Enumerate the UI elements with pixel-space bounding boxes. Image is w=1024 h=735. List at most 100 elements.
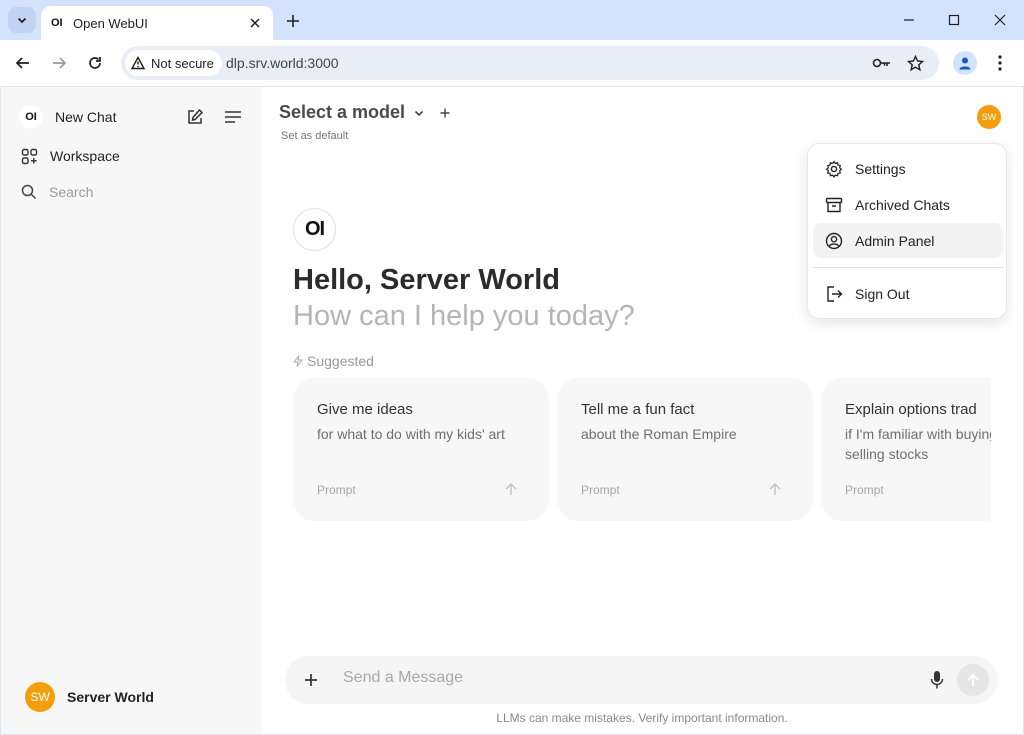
security-chip[interactable]: Not secure: [125, 50, 222, 76]
hero-logo: OI: [293, 208, 336, 251]
suggested-label: Suggested: [293, 353, 374, 369]
attach-button[interactable]: [299, 668, 323, 692]
browser-menu-button[interactable]: [990, 51, 1010, 75]
suggestion-subtitle: about the Roman Empire: [581, 426, 737, 442]
sidebar-toggle-button[interactable]: [222, 106, 244, 128]
address-bar[interactable]: Not secure dlp.srv.world:3000: [121, 46, 939, 80]
arrow-up-icon: [967, 673, 979, 686]
menu-item-label: Admin Panel: [855, 232, 935, 249]
send-button[interactable]: [957, 664, 989, 696]
model-selector[interactable]: Select a model: [279, 102, 451, 123]
sidebar: OI New Chat Workspace SW Server World: [1, 87, 261, 734]
star-icon: [906, 54, 924, 71]
chevron-down-icon: [414, 110, 424, 116]
set-as-default-link[interactable]: Set as default: [281, 130, 348, 142]
tab-close-button[interactable]: [247, 15, 263, 31]
suggestion-cards: Give me ideas for what to do with my kid…: [293, 378, 991, 523]
prompt-label: Prompt: [581, 483, 620, 497]
arrow-up-icon: [767, 481, 783, 497]
new-chat-label: New Chat: [55, 109, 117, 125]
menu-divider: [813, 267, 1003, 268]
maximize-icon: [948, 14, 960, 26]
archive-icon: [825, 197, 843, 212]
arrow-up-icon: [503, 481, 519, 497]
sidebar-item-workspace[interactable]: Workspace: [13, 141, 249, 171]
minimize-button[interactable]: [897, 8, 921, 32]
suggested-text: Suggested: [307, 353, 374, 369]
person-icon: [959, 57, 971, 70]
sign-out-icon: [827, 285, 843, 302]
browser-tab-active[interactable]: OI Open WebUI: [41, 6, 273, 40]
suggestion-title: Tell me a fun fact: [581, 401, 695, 418]
menu-item-label: Settings: [855, 160, 906, 177]
app-logo: OI: [19, 105, 43, 129]
prompt-label: Prompt: [317, 483, 356, 497]
tab-search-button[interactable]: [8, 7, 36, 33]
arrow-left-icon: [15, 57, 29, 69]
window-close-button[interactable]: [988, 8, 1012, 32]
microphone-icon: [930, 671, 944, 689]
bookmark-button[interactable]: [905, 53, 925, 73]
sidebar-search: [13, 177, 249, 207]
message-composer: [285, 656, 998, 704]
sidebar-user-button[interactable]: SW Server World: [13, 677, 249, 717]
avatar: SW: [25, 682, 55, 712]
menu-item-sign-out[interactable]: Sign Out: [813, 276, 1003, 311]
minimize-icon: [904, 19, 914, 21]
browser-tabstrip: OI Open WebUI: [0, 0, 1024, 40]
user-avatar-button[interactable]: SW: [977, 105, 1001, 129]
user-menu: Settings Archived Chats Admin Panel Sign…: [807, 143, 1007, 319]
search-icon: [21, 184, 37, 200]
arrow-right-icon: [53, 57, 67, 69]
suggestion-subtitle-line2: selling stocks: [845, 446, 929, 462]
message-input[interactable]: [343, 669, 903, 687]
close-icon: [250, 18, 260, 28]
forward-button[interactable]: [47, 51, 71, 75]
suggestion-card[interactable]: Explain options trad if I'm familiar wit…: [821, 378, 991, 521]
more-vertical-icon: [998, 55, 1002, 71]
close-icon: [994, 14, 1006, 26]
disclaimer-text: LLMs can make mistakes. Verify important…: [496, 711, 788, 725]
menu-item-label: Sign Out: [855, 285, 910, 302]
new-chat-button[interactable]: OI New Chat: [13, 101, 183, 133]
greeting-heading: Hello, Server World: [293, 264, 560, 296]
menu-item-label: Archived Chats: [855, 196, 950, 213]
menu-item-archived-chats[interactable]: Archived Chats: [813, 187, 1003, 222]
gear-icon: [825, 159, 843, 178]
workspace-icon: [21, 148, 38, 164]
plus-icon: [287, 15, 299, 27]
bolt-icon: [293, 355, 303, 367]
maximize-button[interactable]: [942, 8, 966, 32]
password-key-button[interactable]: [872, 53, 892, 73]
browser-profile-button[interactable]: [953, 51, 977, 75]
menu-lines-icon: [225, 111, 241, 123]
pencil-square-icon: [188, 108, 204, 124]
prompt-label: Prompt: [845, 483, 884, 497]
browser-toolbar: Not secure dlp.srv.world:3000: [0, 40, 1024, 87]
greeting-subtitle: How can I help you today?: [293, 300, 635, 332]
suggestion-title: Give me ideas: [317, 401, 413, 418]
reload-button[interactable]: [83, 51, 107, 75]
suggestion-card[interactable]: Tell me a fun fact about the Roman Empir…: [557, 378, 813, 521]
suggestion-card[interactable]: Give me ideas for what to do with my kid…: [293, 378, 549, 521]
menu-item-admin-panel[interactable]: Admin Panel: [813, 223, 1003, 258]
search-input[interactable]: [49, 184, 229, 200]
plus-icon: [305, 674, 317, 686]
user-circle-icon: [825, 232, 843, 249]
menu-item-settings[interactable]: Settings: [813, 151, 1003, 186]
chevron-down-icon: [17, 17, 27, 24]
key-icon: [872, 58, 890, 68]
suggestion-title: Explain options trad: [845, 401, 977, 418]
url-text[interactable]: dlp.srv.world:3000: [226, 55, 339, 71]
suggestion-subtitle: if I'm familiar with buying: [845, 426, 991, 442]
user-name: Server World: [67, 689, 154, 705]
tab-favicon: OI: [51, 17, 63, 29]
back-button[interactable]: [11, 51, 35, 75]
plus-icon[interactable]: [439, 107, 451, 119]
voice-input-button[interactable]: [925, 668, 949, 692]
new-tab-button[interactable]: [282, 10, 304, 32]
compose-button[interactable]: [184, 106, 206, 128]
reload-icon: [89, 57, 101, 69]
warning-icon: [131, 56, 145, 70]
suggestion-subtitle: for what to do with my kids' art: [317, 426, 505, 442]
